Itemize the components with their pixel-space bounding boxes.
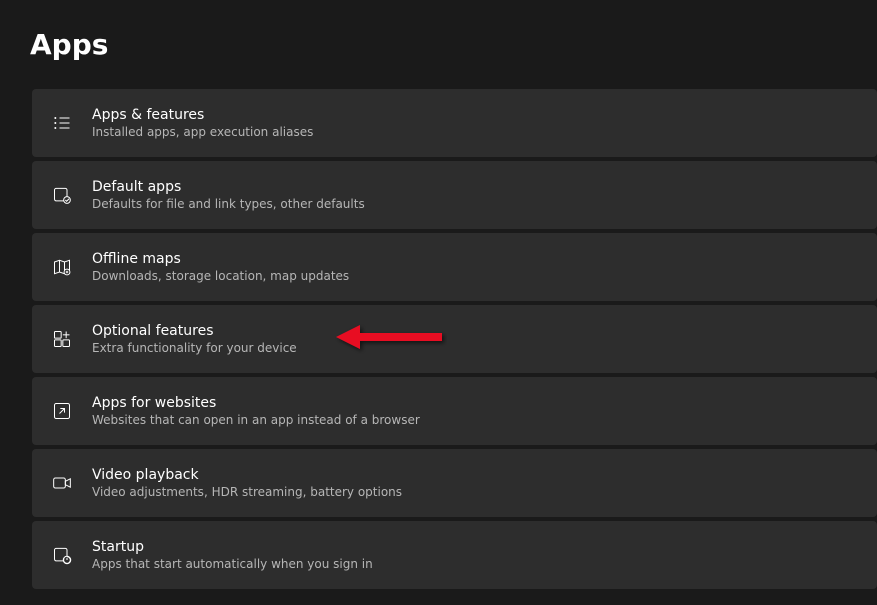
startup-icon [50,543,74,567]
item-desc: Apps that start automatically when you s… [92,557,373,571]
item-desc: Extra functionality for your device [92,341,297,355]
default-apps-icon [50,183,74,207]
item-title: Offline maps [92,251,349,267]
settings-list: Apps & features Installed apps, app exec… [0,89,877,589]
item-title: Default apps [92,179,365,195]
item-title: Video playback [92,467,402,483]
item-video-playback[interactable]: Video playback Video adjustments, HDR st… [32,449,877,517]
item-desc: Websites that can open in an app instead… [92,413,420,427]
item-desc: Downloads, storage location, map updates [92,269,349,283]
item-title: Apps & features [92,107,313,123]
page-title: Apps [0,0,877,89]
item-offline-maps[interactable]: Offline maps Downloads, storage location… [32,233,877,301]
item-startup[interactable]: Startup Apps that start automatically wh… [32,521,877,589]
item-title: Optional features [92,323,297,339]
list-icon [50,111,74,135]
item-desc: Installed apps, app execution aliases [92,125,313,139]
item-desc: Video adjustments, HDR streaming, batter… [92,485,402,499]
open-external-icon [50,399,74,423]
item-optional-features[interactable]: Optional features Extra functionality fo… [32,305,877,373]
video-icon [50,471,74,495]
item-apps-for-websites[interactable]: Apps for websites Websites that can open… [32,377,877,445]
map-icon [50,255,74,279]
arrow-annotation-icon [332,319,447,359]
item-title: Startup [92,539,373,555]
item-apps-features[interactable]: Apps & features Installed apps, app exec… [32,89,877,157]
item-desc: Defaults for file and link types, other … [92,197,365,211]
item-default-apps[interactable]: Default apps Defaults for file and link … [32,161,877,229]
optional-features-icon [50,327,74,351]
item-title: Apps for websites [92,395,420,411]
